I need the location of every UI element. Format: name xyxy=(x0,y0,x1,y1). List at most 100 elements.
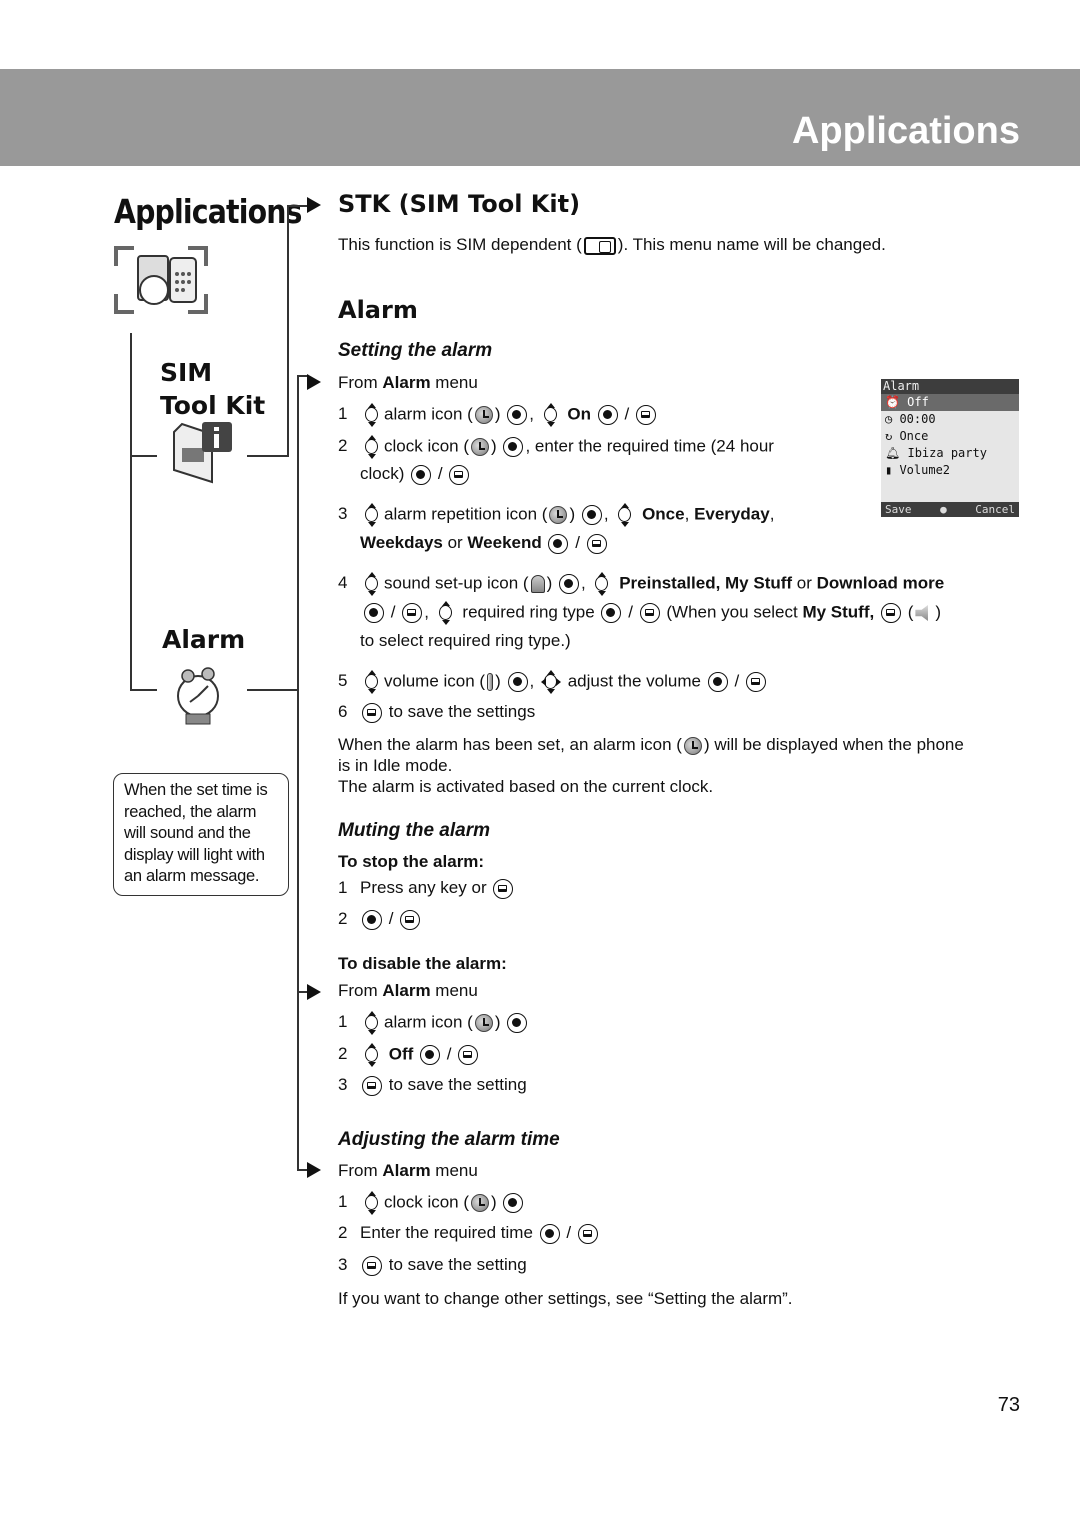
soft-key-icon xyxy=(586,533,607,554)
arrow-icon xyxy=(307,374,321,390)
text: ) xyxy=(495,671,501,691)
ok-key-icon xyxy=(507,672,528,692)
alarm-icon xyxy=(683,736,702,755)
soft-key-icon xyxy=(880,603,901,623)
ok-key-icon xyxy=(707,672,728,692)
setting-step-5: 5 volume icon () , adjust the volume / xyxy=(338,670,768,694)
text: alarm icon ( xyxy=(384,404,473,424)
text: clock icon ( xyxy=(384,436,470,456)
text: On xyxy=(567,404,592,424)
nav-key-icon xyxy=(362,435,382,459)
alarm-clock-icon xyxy=(177,667,219,725)
soft-key-icon xyxy=(493,878,514,899)
text: When the alarm has been set, an alarm ic… xyxy=(338,735,682,754)
text: Preinstalled, My Stuff xyxy=(619,573,793,593)
tree-branch xyxy=(297,1169,307,1171)
from-alarm-menu: From Alarm menu xyxy=(338,372,478,393)
adjust-step-3: 3 to save the setting xyxy=(338,1255,527,1276)
disable-heading: To disable the alarm: xyxy=(338,954,507,973)
text: ) xyxy=(494,1012,501,1032)
text: ( xyxy=(907,602,914,622)
setting-step-4: 4 sound set-up icon () , Preinstalled, My… xyxy=(338,572,944,596)
adjust-footer: If you want to change other settings, se… xyxy=(338,1289,793,1308)
text: ) xyxy=(569,504,576,524)
text: / xyxy=(388,909,394,928)
text: Enter the required time xyxy=(360,1223,533,1242)
disable-step-3: 3 to save the setting xyxy=(338,1075,527,1096)
text: , xyxy=(529,671,535,691)
text: Alarm xyxy=(382,981,431,1000)
ok-key-icon xyxy=(503,1193,524,1213)
ok-key-icon xyxy=(507,405,528,425)
ok-key-icon xyxy=(548,533,569,554)
text: or xyxy=(792,573,817,593)
setting-step-6: 6 to save the settings xyxy=(338,702,535,723)
ok-key-icon xyxy=(559,574,579,594)
text: ) will be displayed when the phone xyxy=(703,735,964,754)
text: alarm repetition icon ( xyxy=(384,504,548,524)
text: to save the setting xyxy=(388,1255,527,1274)
tree-branch xyxy=(297,375,307,377)
text: is in Idle mode. xyxy=(338,756,453,775)
text: menu xyxy=(430,981,478,1000)
phone-row-selected: ⏰ Off xyxy=(881,394,1019,411)
stop-step-2: 2 / xyxy=(338,909,422,930)
stop-heading: To stop the alarm: xyxy=(338,852,485,871)
adjust-step-1: 1 clock icon () xyxy=(338,1191,525,1215)
nav-item-sim-tool-kit[interactable]: SIM Tool Kit xyxy=(160,356,265,422)
header-title: Applications xyxy=(791,110,1020,152)
sound-setup-icon xyxy=(530,575,545,593)
ok-key-icon xyxy=(597,405,618,425)
text: / xyxy=(446,1044,452,1064)
applications-icon xyxy=(114,246,208,314)
ok-key-icon xyxy=(581,505,602,525)
nav-key-icon xyxy=(362,1191,382,1215)
phone-softkeys: Save ● Cancel xyxy=(881,502,1019,517)
text: This function is SIM dependent ( xyxy=(338,235,582,254)
nav-item-label: SIM xyxy=(160,358,213,387)
tree-branch xyxy=(130,689,157,691)
text: Volume2 xyxy=(899,463,951,477)
step-number: 1 xyxy=(338,404,348,424)
note-box: When the set time is reached, the alarm … xyxy=(113,773,289,896)
text: clock) xyxy=(360,464,405,483)
ok-key-icon xyxy=(420,1045,441,1065)
ok-key-icon xyxy=(601,603,622,623)
text: / xyxy=(624,404,630,424)
text: Weekend xyxy=(467,533,542,552)
text: sound set-up icon ( xyxy=(384,573,529,593)
phone-row: 🔔︎ Ibiza party xyxy=(885,446,987,460)
phone-row: ◷ 00:00 xyxy=(885,412,936,426)
step-number: 3 xyxy=(338,504,348,524)
alarm-heading: Alarm xyxy=(338,296,418,324)
nav-item-label: Tool Kit xyxy=(160,391,266,420)
soft-key-icon xyxy=(577,1223,598,1244)
nav-item-alarm[interactable]: Alarm xyxy=(162,623,245,656)
step-number: 3 xyxy=(338,1075,348,1094)
setting-step-2: 2 clock icon () , enter the required time… xyxy=(338,435,774,459)
tree-line xyxy=(287,205,289,457)
text: Off xyxy=(907,395,929,409)
phone-row: ▮ Volume2 xyxy=(885,463,951,477)
text: Off xyxy=(388,1044,414,1064)
text: Press any key or xyxy=(360,878,487,897)
step-number: 1 xyxy=(338,1012,348,1032)
text: menu xyxy=(430,1161,478,1180)
tree-branch xyxy=(130,455,157,457)
text: volume icon ( xyxy=(384,671,486,691)
phone-row: ↻ Once xyxy=(885,429,929,443)
sim-dependent-icon xyxy=(583,236,616,255)
soft-key-icon xyxy=(402,603,423,623)
text: From xyxy=(338,373,383,392)
nav-key-icon xyxy=(362,503,382,527)
stop-step-1: 1 Press any key or xyxy=(338,878,515,899)
setting-step-3: 3 alarm repetition icon () , Once, Everyd… xyxy=(338,503,774,527)
step-number: 2 xyxy=(338,436,348,456)
from-alarm-menu: From Alarm menu xyxy=(338,980,478,1001)
arrow-icon xyxy=(307,197,321,213)
text: ) xyxy=(491,1192,497,1212)
nav-key-icon xyxy=(362,1011,382,1035)
alarm-icon xyxy=(474,1014,493,1032)
nav-title: Applications xyxy=(114,192,302,231)
disable-step-2: 2 Off / xyxy=(338,1043,480,1067)
